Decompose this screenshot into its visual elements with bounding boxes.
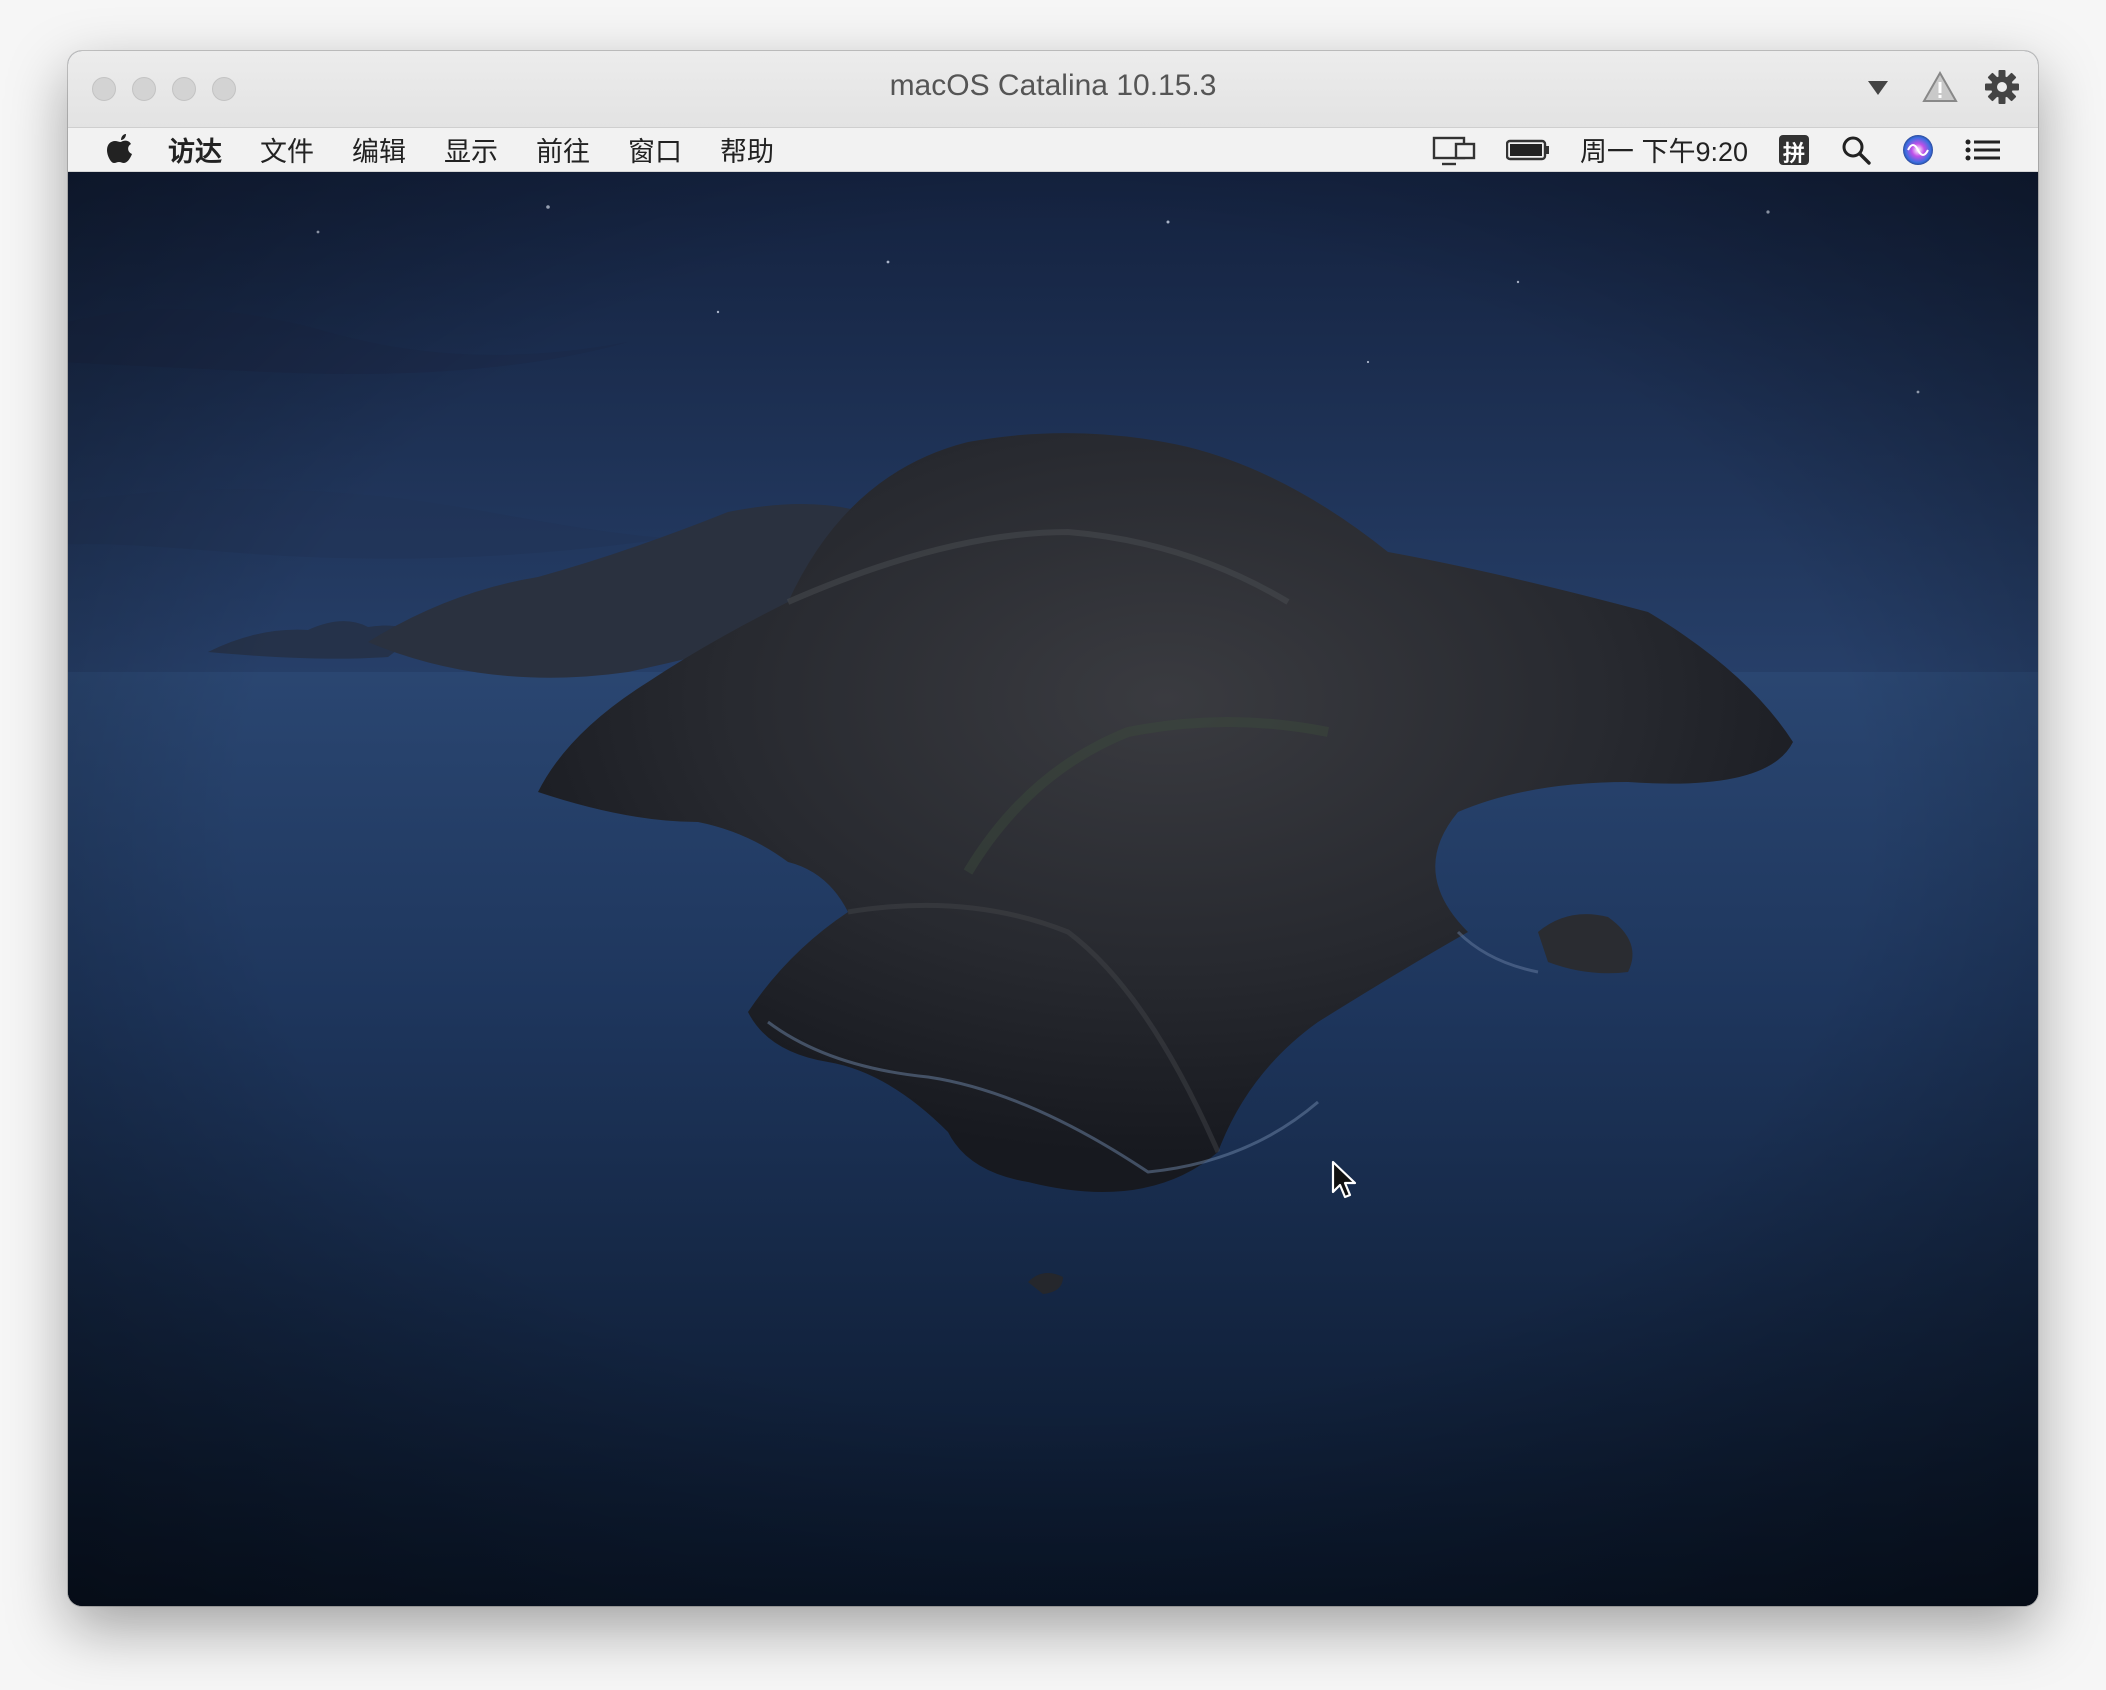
gear-icon[interactable] — [1982, 67, 2022, 107]
dropdown-arrow-icon[interactable] — [1858, 67, 1898, 107]
menu-item-view[interactable]: 显示 — [444, 130, 498, 169]
window-title: macOS Catalina 10.15.3 — [889, 69, 1217, 102]
menu-bar-clock[interactable]: 周一 下午9:20 — [1580, 130, 1748, 169]
apple-icon[interactable] — [106, 133, 136, 167]
input-method-icon[interactable]: 拼 — [1778, 134, 1810, 166]
input-method-label: 拼 — [1782, 140, 1805, 166]
menu-item-go[interactable]: 前往 — [536, 130, 590, 169]
spotlight-search-icon[interactable] — [1840, 134, 1872, 166]
menu-item-window[interactable]: 窗口 — [628, 130, 682, 169]
catalina-wallpaper — [68, 172, 2038, 1606]
menu-item-edit[interactable]: 编辑 — [352, 130, 406, 169]
menu-item-file[interactable]: 文件 — [260, 130, 314, 169]
mouse-cursor-icon — [1331, 1160, 1357, 1199]
menu-bar-status: 周一 下午9:20 拼 — [1432, 128, 2002, 171]
vm-window: macOS Catalina 10.15.3 访达 文件 编辑 显示 前往 窗口… — [68, 51, 2038, 1606]
airplay-display-icon[interactable] — [1432, 134, 1476, 166]
desktop[interactable]: 2月 10 — [68, 172, 2038, 1606]
warning-icon[interactable] — [1920, 67, 1960, 107]
battery-icon[interactable] — [1505, 134, 1550, 166]
window-titlebar[interactable]: macOS Catalina 10.15.3 — [68, 51, 2038, 128]
menu-item-help[interactable]: 帮助 — [720, 130, 774, 169]
menu-item-finder[interactable]: 访达 — [168, 130, 222, 169]
titlebar-tools — [1858, 67, 2022, 107]
siri-icon[interactable] — [1902, 134, 1934, 166]
menu-bar-left: 访达 文件 编辑 显示 前往 窗口 帮助 — [106, 128, 812, 171]
menu-bar: 访达 文件 编辑 显示 前往 窗口 帮助 周一 下午9:20 拼 — [68, 128, 2038, 172]
notification-center-icon[interactable] — [1964, 134, 2002, 166]
